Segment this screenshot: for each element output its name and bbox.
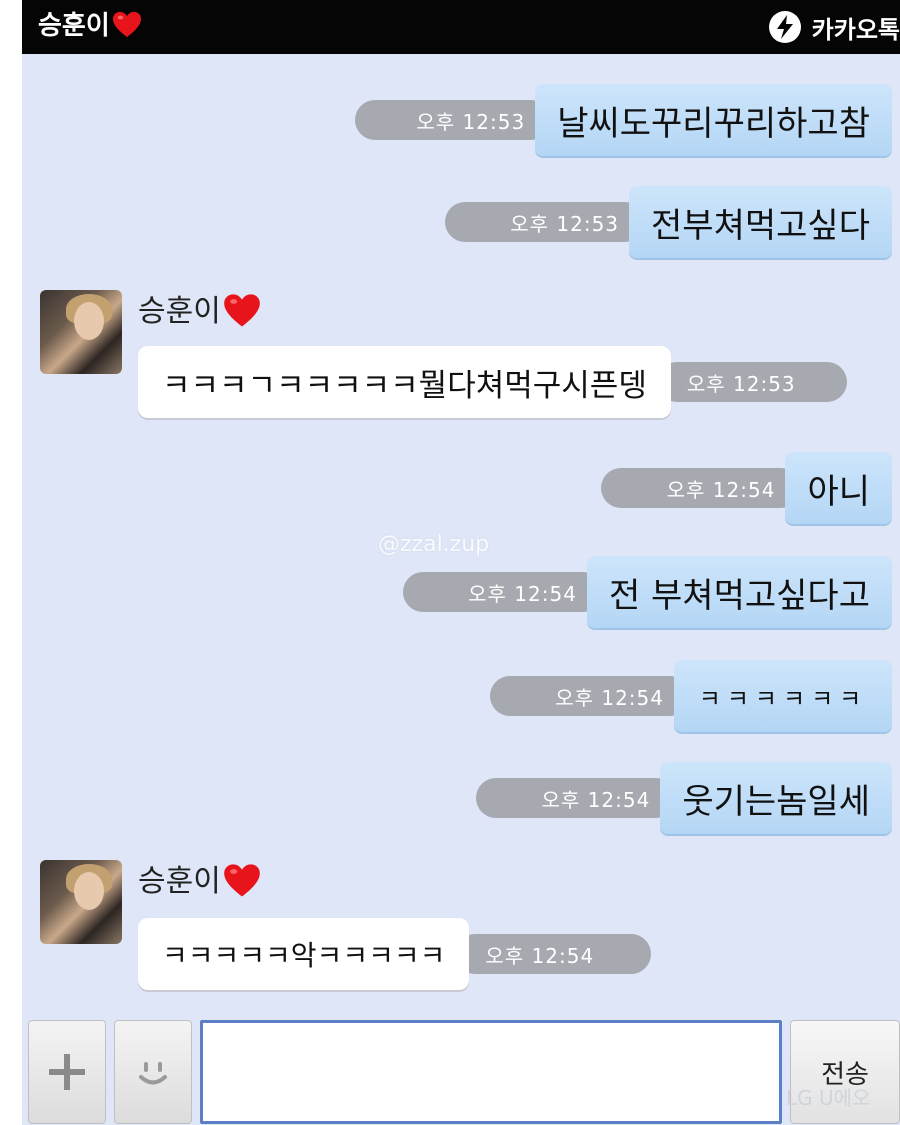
message-row-incoming: ㅋㅋㅋㄱㅋㅋㅋㅋㅋ뭘다쳐먹구시픈뎅 오후 12:53	[138, 346, 847, 418]
sender-name: 승훈이	[138, 292, 261, 332]
message-bubble-incoming[interactable]: ㅋㅋㅋㄱㅋㅋㅋㅋㅋ뭘다쳐먹구시픈뎅	[138, 346, 671, 418]
title-bar: 승훈이 카카오톡	[22, 0, 900, 54]
message-timestamp: 오후 12:54	[490, 676, 690, 716]
heart-icon	[224, 294, 260, 327]
chat-room-title[interactable]: 승훈이	[38, 10, 142, 42]
avatar[interactable]	[40, 290, 122, 374]
message-bubble-outgoing[interactable]: 웃기는놈일세	[660, 762, 892, 834]
plus-icon	[49, 1054, 85, 1090]
message-row-outgoing: 오후 12:53 전부쳐먹고싶다	[445, 186, 892, 258]
message-timestamp: 오후 12:54	[402, 572, 603, 612]
message-timestamp: 오후 12:53	[355, 100, 552, 140]
message-timestamp: 오후 12:54	[455, 934, 652, 974]
chat-screen: 승훈이 카카오톡 오후 12:53 날씨도꾸리꾸리하고참 오후 12:53 전부…	[22, 0, 900, 1125]
message-row-outgoing: 오후 12:54 ㅋㅋㅋㅋㅋㅋ	[490, 660, 892, 732]
message-timestamp: 오후 12:54	[601, 468, 802, 508]
message-bubble-outgoing[interactable]: 날씨도꾸리꾸리하고참	[535, 84, 892, 156]
sender-name: 승훈이	[138, 862, 261, 902]
message-timestamp: 오후 12:54	[476, 778, 677, 818]
message-bubble-outgoing[interactable]: 아니	[785, 452, 892, 524]
message-bubble-outgoing[interactable]: 전부쳐먹고싶다	[629, 186, 892, 258]
message-bubble-incoming[interactable]: ㅋㅋㅋㅋㅋ악ㅋㅋㅋㅋㅋ	[138, 918, 470, 990]
message-bubble-outgoing[interactable]: ㅋㅋㅋㅋㅋㅋ	[674, 660, 892, 732]
message-bubble-outgoing[interactable]: 전 부쳐먹고싶다고	[586, 556, 892, 628]
add-attachment-button[interactable]	[28, 1020, 106, 1124]
message-row-outgoing: 오후 12:54 전 부쳐먹고싶다고	[402, 556, 892, 628]
message-timestamp: 오후 12:53	[445, 202, 646, 242]
message-input[interactable]	[200, 1020, 782, 1124]
message-row-outgoing: 오후 12:54 아니	[601, 452, 892, 524]
device-watermark: LG U에오	[786, 1086, 871, 1110]
emoticon-button[interactable]	[114, 1020, 192, 1124]
kakao-lightning-icon	[768, 11, 801, 43]
message-timestamp: 오후 12:53	[656, 362, 847, 402]
message-row-outgoing: 오후 12:54 웃기는놈일세	[476, 762, 892, 834]
avatar[interactable]	[40, 860, 122, 944]
watermark: @zzal.zup	[378, 532, 490, 557]
chat-room-name: 승훈이	[38, 11, 110, 41]
message-input-bar: 전송	[22, 1012, 900, 1125]
message-row-incoming: ㅋㅋㅋㅋㅋ악ㅋㅋㅋㅋㅋ 오후 12:54	[138, 918, 652, 990]
heart-icon	[224, 864, 260, 897]
kakaotalk-brand: 카카오톡	[768, 10, 900, 44]
brand-label: 카카오톡	[811, 15, 900, 44]
smiley-icon	[139, 1062, 167, 1085]
heart-icon	[112, 11, 141, 38]
message-row-outgoing: 오후 12:53 날씨도꾸리꾸리하고참	[355, 84, 892, 156]
